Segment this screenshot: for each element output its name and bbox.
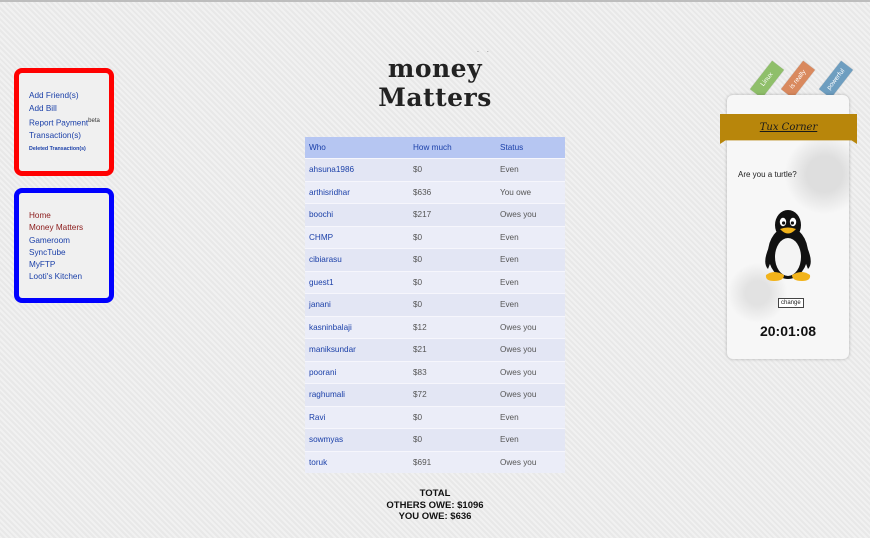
totals-summary: TOTAL OTHERS OWE: $1096 YOU OWE: $636 bbox=[370, 488, 500, 523]
table-row: kasninbalaji $12 Owes you bbox=[305, 315, 565, 339]
nav-synctube[interactable]: SyncTube bbox=[29, 247, 109, 259]
row-who-link[interactable]: Ravi bbox=[305, 405, 409, 429]
row-status: Owes you bbox=[496, 450, 565, 473]
row-amount: $12 bbox=[409, 315, 496, 339]
nav-myftp[interactable]: MyFTP bbox=[29, 259, 109, 271]
row-status: Even bbox=[496, 225, 565, 249]
table-row: janani $0 Even bbox=[305, 293, 565, 316]
row-amount: $0 bbox=[409, 405, 496, 429]
transactions-link[interactable]: Transaction(s) bbox=[29, 130, 109, 143]
table-row: arthisridhar $636 You owe bbox=[305, 180, 565, 204]
row-status: Owes you bbox=[496, 383, 565, 406]
row-amount: $217 bbox=[409, 203, 496, 226]
nav-money-matters[interactable]: Money Matters bbox=[29, 222, 109, 234]
row-who-link[interactable]: boochi bbox=[305, 203, 409, 226]
row-who-link[interactable]: kasninbalaji bbox=[305, 315, 409, 339]
row-status: Owes you bbox=[496, 338, 565, 361]
row-who-link[interactable]: ahsuna1986 bbox=[305, 158, 409, 181]
row-who-link[interactable]: maniksundar bbox=[305, 338, 409, 361]
header-status: Status bbox=[496, 137, 565, 159]
table-row: maniksundar $21 Owes you bbox=[305, 338, 565, 361]
tag-linux: Linux bbox=[750, 60, 784, 99]
row-who-link[interactable]: CHMP bbox=[305, 225, 409, 249]
row-amount: $0 bbox=[409, 293, 496, 316]
change-button[interactable]: change bbox=[778, 298, 804, 308]
row-status: Even bbox=[496, 428, 565, 451]
totals-heading: TOTAL bbox=[419, 488, 451, 499]
row-status: Even bbox=[496, 158, 565, 181]
nav-home[interactable]: Home bbox=[29, 210, 109, 222]
row-status: Owes you bbox=[496, 315, 565, 339]
row-who-link[interactable]: cibiarasu bbox=[305, 248, 409, 271]
row-who-link[interactable]: toruk bbox=[305, 450, 409, 473]
table-row: toruk $691 Owes you bbox=[305, 450, 565, 473]
tag-is-really: is really bbox=[781, 60, 815, 99]
row-amount: $0 bbox=[409, 270, 496, 294]
tux-clock: 20:01:08 bbox=[759, 323, 817, 339]
row-amount: $0 bbox=[409, 248, 496, 271]
table-row: sowmyas $0 Even bbox=[305, 428, 565, 451]
row-status: Owes you bbox=[496, 203, 565, 226]
report-payment-label: Report Payment bbox=[29, 118, 89, 128]
tux-question: Are you a turtle? bbox=[738, 170, 797, 179]
tux-corner-title: Tux Corner bbox=[759, 122, 818, 133]
balances-table: Who How much Status ahsuna1986 $0 Even arth… bbox=[305, 137, 565, 473]
nav-lootis-kitchen[interactable]: Looti's Kitchen bbox=[29, 271, 109, 283]
row-amount: $21 bbox=[409, 338, 496, 361]
row-amount: $0 bbox=[409, 158, 496, 181]
row-amount: $691 bbox=[409, 450, 496, 473]
deleted-transactions-link[interactable]: Deleted Transaction(s) bbox=[29, 143, 109, 155]
row-status: Even bbox=[496, 293, 565, 316]
row-status: Even bbox=[496, 270, 565, 294]
row-amount: $0 bbox=[409, 225, 496, 249]
row-who-link[interactable]: janani bbox=[305, 293, 409, 316]
tag-powerful: powerful bbox=[819, 60, 853, 99]
site-nav: Home Money Matters Gameroom SyncTube MyF… bbox=[14, 188, 114, 303]
you-owe-total: YOU OWE: $636 bbox=[398, 511, 472, 522]
row-who-link[interactable]: guest1 bbox=[305, 270, 409, 294]
row-who-link[interactable]: raghumali bbox=[305, 383, 409, 406]
add-friends-link[interactable]: Add Friend(s) bbox=[29, 90, 109, 103]
row-amount: $0 bbox=[409, 428, 496, 451]
report-payment-link[interactable]: Report Paymentbeta bbox=[29, 115, 109, 130]
row-status: Even bbox=[496, 405, 565, 429]
site-logo: money Matters bbox=[378, 54, 492, 112]
table-row: boochi $217 Owes you bbox=[305, 203, 565, 226]
nav-gameroom[interactable]: Gameroom bbox=[29, 235, 109, 247]
table-row: poorani $83 Owes you bbox=[305, 360, 565, 384]
table-row: cibiarasu $0 Even bbox=[305, 248, 565, 271]
table-row: Ravi $0 Even bbox=[305, 405, 565, 429]
row-who-link[interactable]: sowmyas bbox=[305, 428, 409, 451]
header-how-much: How much bbox=[409, 137, 496, 159]
row-status: Owes you bbox=[496, 360, 565, 384]
tux-penguin-icon bbox=[765, 210, 811, 281]
row-status: Even bbox=[496, 248, 565, 271]
row-amount: $72 bbox=[409, 383, 496, 406]
table-row: CHMP $0 Even bbox=[305, 225, 565, 249]
row-status: You owe bbox=[496, 180, 565, 204]
add-bill-link[interactable]: Add Bill bbox=[29, 103, 109, 116]
row-who-link[interactable]: poorani bbox=[305, 360, 409, 384]
row-who-link[interactable]: arthisridhar bbox=[305, 180, 409, 204]
actions-menu: Add Friend(s) Add Bill Report Paymentbet… bbox=[14, 68, 114, 176]
beta-badge: beta bbox=[88, 118, 100, 124]
table-row: guest1 $0 Even bbox=[305, 270, 565, 294]
table-row: ahsuna1986 $0 Even bbox=[305, 158, 565, 181]
header-who: Who bbox=[305, 137, 409, 159]
row-amount: $636 bbox=[409, 180, 496, 204]
table-header-row: Who How much Status bbox=[305, 137, 565, 159]
row-amount: $83 bbox=[409, 360, 496, 384]
table-row: raghumali $72 Owes you bbox=[305, 383, 565, 406]
logo-dots: . . bbox=[477, 47, 492, 54]
others-owe-total: OTHERS OWE: $1096 bbox=[386, 499, 484, 511]
